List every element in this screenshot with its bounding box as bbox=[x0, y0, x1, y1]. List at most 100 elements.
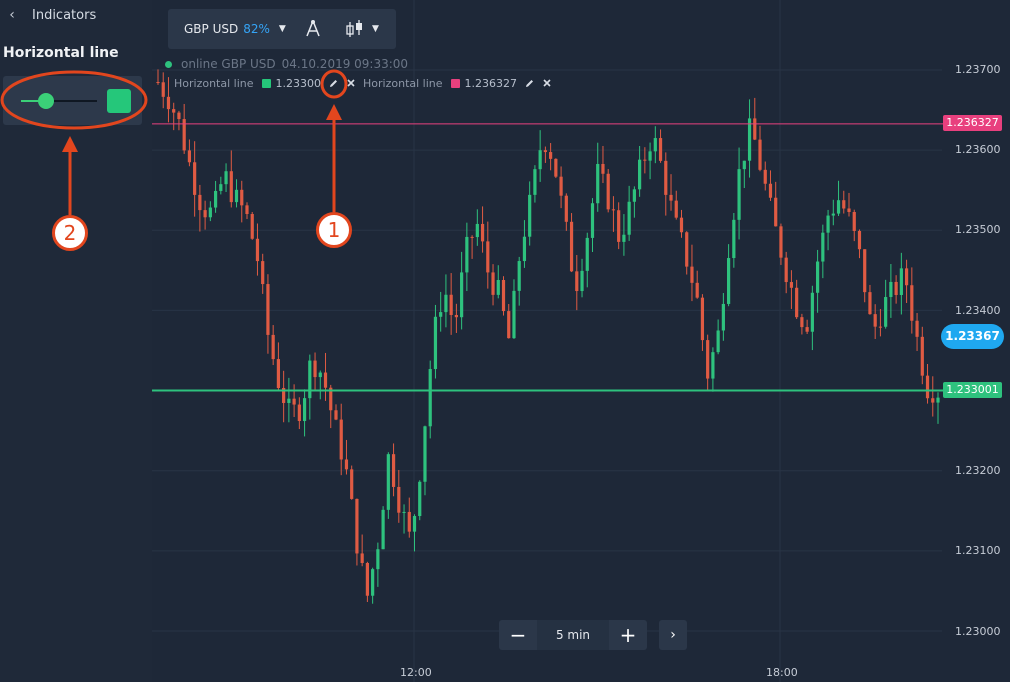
asset-selector[interactable]: GBP USD 82% ▼ bbox=[168, 22, 286, 36]
close-icon[interactable] bbox=[345, 77, 357, 89]
chart-canvas[interactable] bbox=[152, 0, 1010, 682]
candle-body bbox=[323, 372, 328, 388]
horizontal-lines-layer bbox=[152, 123, 944, 392]
scroll-forward-button[interactable]: › bbox=[659, 620, 687, 650]
candlestick-icon bbox=[346, 20, 362, 37]
timeframe-value[interactable]: 5 min bbox=[537, 620, 609, 650]
asset-name: GBP USD bbox=[184, 22, 239, 36]
candle-body bbox=[371, 569, 375, 596]
candle-body bbox=[454, 314, 458, 318]
candle-body bbox=[391, 454, 396, 487]
candle-body bbox=[878, 326, 883, 328]
candle-body bbox=[198, 194, 202, 211]
candle-body bbox=[711, 352, 715, 379]
candle-body bbox=[863, 249, 867, 293]
online-indicator bbox=[165, 60, 172, 68]
candle-body bbox=[742, 160, 746, 170]
candle-body bbox=[480, 223, 485, 242]
annotation-badge-1: 1 bbox=[316, 212, 352, 248]
drawing-tools-icon[interactable] bbox=[304, 19, 322, 39]
candle-body bbox=[507, 311, 511, 339]
chart-type-selector[interactable]: ▼ bbox=[344, 19, 382, 39]
candle-body bbox=[229, 171, 233, 203]
candle-body bbox=[648, 151, 652, 161]
candle-body bbox=[559, 176, 563, 196]
candle-body bbox=[266, 284, 270, 335]
candle-body bbox=[564, 195, 568, 222]
candle-body bbox=[449, 294, 453, 315]
candle-body bbox=[789, 282, 794, 288]
candle-body bbox=[512, 290, 516, 339]
candle-body bbox=[339, 419, 343, 460]
legend-swatch-2 bbox=[450, 78, 460, 88]
candle-body bbox=[402, 511, 406, 513]
candle-body bbox=[255, 238, 260, 262]
candle-body bbox=[685, 232, 689, 267]
candle-body bbox=[836, 200, 841, 214]
legend-swatch-1 bbox=[261, 78, 271, 88]
annotation-badge-2: 2 bbox=[52, 215, 88, 251]
candle-body bbox=[224, 171, 228, 185]
line-color-swatch[interactable] bbox=[107, 89, 131, 113]
candle-body bbox=[219, 184, 223, 191]
candle-body bbox=[700, 297, 705, 341]
server-datetime: 04.10.2019 09:33:00 bbox=[281, 57, 409, 71]
candle-body bbox=[821, 232, 825, 262]
candle-body bbox=[213, 190, 218, 208]
candle-body bbox=[297, 404, 301, 422]
price-tick: 1.23100 bbox=[955, 544, 1001, 557]
sidebar-title: Indicators bbox=[32, 7, 97, 23]
time-tick: 18:00 bbox=[766, 666, 798, 679]
candle-body bbox=[920, 336, 924, 376]
candle-body bbox=[690, 266, 694, 283]
candle-body bbox=[240, 189, 244, 206]
legend-value-2: 1.236327 bbox=[464, 76, 518, 90]
candle-body bbox=[187, 150, 192, 163]
candle-body bbox=[815, 261, 820, 293]
candle-body bbox=[318, 372, 322, 378]
chart-toolbar: GBP USD 82% ▼ ▼ bbox=[168, 9, 396, 49]
candle-body bbox=[627, 201, 631, 235]
candle-body bbox=[250, 214, 254, 239]
candle-body bbox=[271, 334, 275, 360]
candle-body bbox=[208, 207, 212, 218]
legend-name-1: Horizontal line bbox=[174, 76, 254, 90]
candle-body bbox=[261, 261, 265, 285]
candle-body bbox=[904, 268, 909, 286]
zoom-in-button[interactable]: + bbox=[609, 620, 647, 650]
edit-icon[interactable] bbox=[327, 77, 339, 89]
candle-body bbox=[611, 209, 616, 211]
candle-body bbox=[397, 486, 401, 513]
candle-body bbox=[355, 498, 359, 554]
line-width-slider-handle[interactable] bbox=[38, 93, 54, 109]
zoom-out-button[interactable]: − bbox=[499, 620, 537, 650]
close-icon[interactable] bbox=[541, 77, 553, 89]
candle-body bbox=[695, 282, 699, 298]
candle-body bbox=[831, 213, 835, 216]
candle-body bbox=[161, 82, 165, 97]
candle-body bbox=[805, 327, 809, 332]
candle-body bbox=[826, 215, 830, 233]
candle-body bbox=[679, 217, 684, 233]
candle-body bbox=[501, 279, 506, 312]
candle-body bbox=[287, 398, 291, 403]
candle-body bbox=[491, 272, 495, 295]
candle-body bbox=[842, 200, 846, 209]
candle-body bbox=[543, 150, 547, 153]
candle-body bbox=[549, 152, 553, 159]
candle-body bbox=[753, 118, 757, 140]
candle-body bbox=[575, 271, 579, 292]
sidebar-header: ‹ Indicators bbox=[0, 0, 152, 30]
candle-body bbox=[334, 410, 338, 420]
horizontal-line-price-tag: 1.233001 bbox=[943, 382, 1002, 398]
payout-percent: 82% bbox=[243, 22, 270, 36]
price-chart[interactable] bbox=[152, 0, 1010, 682]
candle-body bbox=[376, 549, 380, 570]
candle-body bbox=[428, 369, 432, 427]
time-tick: 12:00 bbox=[400, 666, 432, 679]
chevron-left-icon[interactable]: ‹ bbox=[0, 7, 24, 23]
edit-icon[interactable] bbox=[523, 77, 535, 89]
candle-body bbox=[386, 454, 390, 510]
candle-body bbox=[439, 312, 443, 317]
candle-body bbox=[470, 236, 474, 238]
